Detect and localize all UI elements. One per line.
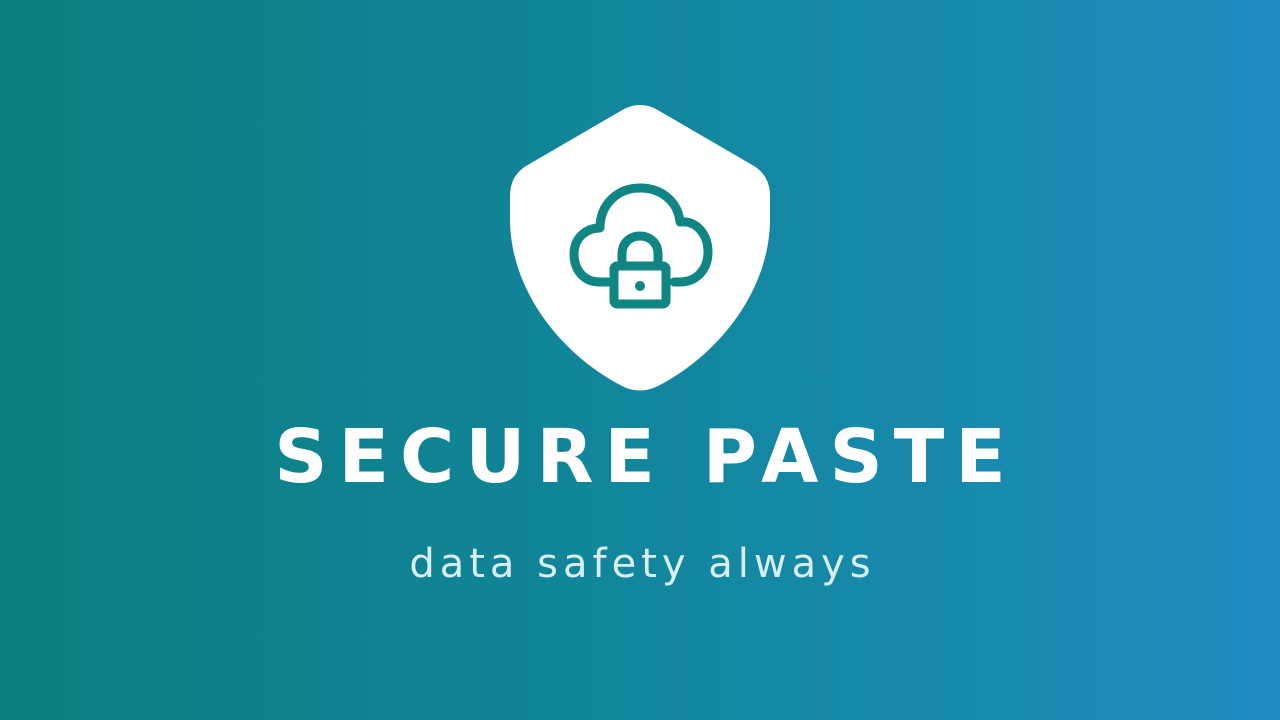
shield-shape [510, 105, 770, 391]
brand-title: SECURE PASTE [274, 414, 1017, 500]
brand-tagline: data safety always [409, 541, 876, 587]
lock-keyhole [635, 281, 645, 291]
brand-logo: SECURE PASTE data safety always [0, 0, 1280, 720]
shield-cloud-lock-icon [510, 105, 770, 391]
